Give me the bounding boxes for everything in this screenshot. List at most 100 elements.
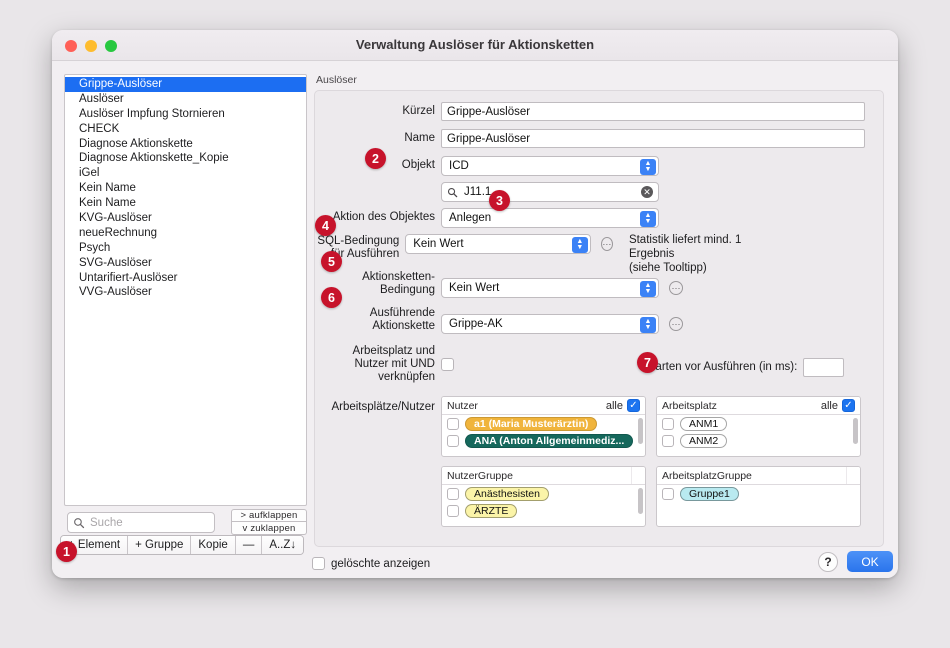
row-checkbox[interactable] [447, 434, 459, 447]
scrollbar-thumb[interactable] [638, 418, 643, 444]
field-sql-bedingung: SQL-Bedingung für Ausführen Kein Wert ▲ ▼… [205, 234, 765, 275]
expand-all-button[interactable]: > aufklappen [231, 509, 307, 522]
list-item[interactable]: Auslöser [65, 92, 306, 107]
token: Gruppe1 [680, 486, 739, 501]
row-checkbox[interactable] [447, 504, 459, 517]
search-input[interactable]: Suche [67, 512, 215, 533]
nutzer-title: Nutzer [447, 399, 478, 412]
list-item[interactable]: ÄRZTE [442, 502, 645, 519]
arbeitsplatzgruppe-title: ArbeitsplatzGruppe [662, 469, 752, 482]
aktion-select-value: Anlegen [449, 212, 492, 224]
sql-select-value: Kein Wert [413, 238, 464, 250]
list-item[interactable]: Diagnose Aktionskette_Kopie [65, 151, 306, 166]
help-button[interactable]: ? [818, 552, 838, 572]
ausfuehrende-label-line1: Ausführende [369, 307, 435, 319]
sql-select[interactable]: Kein Wert ▲ ▼ [405, 234, 591, 254]
list-item[interactable]: Gruppe1 [657, 485, 860, 502]
warten-input[interactable] [803, 358, 845, 377]
scrollbar-gutter [846, 467, 855, 484]
list-item[interactable]: Grippe-Auslöser [65, 77, 306, 92]
aktion-select[interactable]: Anlegen ▲ ▼ [441, 208, 659, 228]
name-label: Name [404, 132, 435, 144]
ellipsis-circle-icon[interactable]: ⋯ [600, 237, 613, 251]
ellipsis-circle-icon[interactable]: ⋯ [669, 317, 683, 331]
sql-label-line1: SQL-Bedingung [317, 235, 400, 247]
nutzer-alle-checkbox[interactable]: ✓ [627, 399, 640, 412]
detail-form: Auslöser Kürzel Grippe-Auslöser Name Gri… [314, 74, 884, 547]
row-checkbox[interactable] [447, 487, 459, 500]
group-title: Auslöser [316, 74, 357, 86]
sort-button[interactable]: A..Z↓ [262, 536, 304, 554]
ellipsis-circle-icon[interactable]: ⋯ [669, 281, 683, 295]
collapse-all-button[interactable]: v zuklappen [231, 522, 307, 535]
sidebar-tools: Suche > aufklappen v zuklappen [64, 509, 307, 535]
list-item[interactable]: ANM1 [657, 415, 860, 432]
show-deleted-checkbox[interactable] [312, 557, 325, 570]
token: a1 (Maria Musterärztin) [465, 416, 598, 431]
row-checkbox[interactable] [662, 487, 674, 500]
stepper-icon: ▲ ▼ [640, 316, 656, 333]
clear-icon[interactable]: ✕ [641, 186, 653, 198]
field-und-verknuepfen: Arbeitsplatz und Nutzer mit UND verknüpf… [205, 345, 465, 384]
remove-button[interactable]: — [235, 536, 263, 554]
kette-select[interactable]: Kein Wert ▲ ▼ [441, 278, 659, 298]
window-title: Verwaltung Auslöser für Aktionsketten [355, 37, 595, 52]
list-item[interactable]: ANM2 [657, 432, 860, 449]
list-item[interactable]: Kein Name [65, 181, 306, 196]
expand-collapse-group: > aufklappen v zuklappen [231, 509, 307, 535]
ok-button[interactable]: OK [847, 551, 893, 572]
list-item[interactable]: a1 (Maria Musterärztin) [442, 415, 645, 432]
token: ÄRZTE [465, 503, 518, 518]
name-input[interactable]: Grippe-Auslöser [441, 129, 865, 148]
list-item[interactable]: ANA (Anton Allgemeinmediz... [442, 432, 645, 449]
row-checkbox[interactable] [662, 434, 674, 447]
field-objekt-search: J11.1 ✕ [441, 182, 659, 202]
und-label-line1: Arbeitsplatz und [352, 345, 435, 357]
objekt-select[interactable]: ICD ▲ ▼ [441, 156, 659, 176]
arbeitsplatz-alle-checkbox[interactable]: ✓ [842, 399, 855, 412]
sql-label-line2: für Ausführen [330, 248, 400, 260]
arbeitsplatzgruppe-header: ArbeitsplatzGruppe [657, 467, 860, 485]
stepper-icon: ▲ ▼ [640, 210, 656, 227]
arbeitsplatz-panel[interactable]: Arbeitsplatz alle ✓ ANM1 ANM2 [656, 396, 861, 457]
row-checkbox[interactable] [447, 417, 459, 430]
copy-button[interactable]: Kopie [191, 536, 236, 554]
sidebar: Grippe-Auslöser Auslöser Auslöser Impfung … [64, 74, 307, 535]
nutzer-panel[interactable]: Nutzer alle ✓ a1 (Maria Musterärztin) ANA (A… [441, 396, 646, 457]
stepper-icon: ▲ ▼ [571, 236, 588, 253]
annotation-badge-5: 5 [321, 251, 342, 272]
token: ANM1 [680, 416, 728, 431]
row-checkbox[interactable] [662, 417, 674, 430]
und-label-line3: verknüpfen [378, 371, 435, 383]
kette-select-value: Kein Wert [449, 282, 500, 294]
scrollbar-thumb[interactable] [638, 488, 643, 514]
stepper-icon: ▲ ▼ [640, 158, 656, 175]
nutzergruppe-header: NutzerGruppe [442, 467, 645, 485]
kuerzel-input[interactable]: Grippe-Auslöser [441, 102, 865, 121]
list-item[interactable]: Auslöser Impfung Stornieren [65, 107, 306, 122]
und-verknuepfen-checkbox[interactable] [441, 358, 454, 371]
scrollbar-gutter [631, 467, 640, 484]
nutzergruppe-panel[interactable]: NutzerGruppe Anästhesisten ÄRZTE [441, 466, 646, 527]
annotation-badge-1: 1 [56, 541, 77, 562]
list-item[interactable]: Anästhesisten [442, 485, 645, 502]
annotation-badge-6: 6 [321, 287, 342, 308]
scrollbar-thumb[interactable] [853, 418, 858, 444]
token: ANM2 [680, 433, 728, 448]
und-label-line2: Nutzer mit UND [354, 358, 435, 370]
ausfuehrende-select[interactable]: Grippe-AK ▲ ▼ [441, 314, 659, 334]
search-icon [74, 517, 85, 528]
search-icon [447, 187, 458, 197]
field-arbeitsplaetze-nutzer: Arbeitsplätze/Nutzer [205, 401, 445, 414]
warten-label: Warten vor Ausführen (in ms): [645, 361, 798, 373]
annotation-badge-4: 4 [315, 215, 336, 236]
field-aktionsketten-bedingung: Aktionsketten- Bedingung Kein Wert ▲ ▼ ⋯ [205, 270, 765, 298]
app-window: Verwaltung Auslöser für Aktionsketten Gr… [52, 30, 898, 578]
arbeitsplatzgruppe-panel[interactable]: ArbeitsplatzGruppe Gruppe1 [656, 466, 861, 527]
list-item[interactable]: Diagnose Aktionskette [65, 137, 306, 152]
objekt-search-input[interactable]: J11.1 ✕ [441, 182, 659, 202]
add-group-button[interactable]: + Gruppe [128, 536, 192, 554]
list-item[interactable]: CHECK [65, 122, 306, 137]
list-item[interactable]: iGel [65, 166, 306, 181]
kette-label-line2: Bedingung [380, 284, 435, 296]
